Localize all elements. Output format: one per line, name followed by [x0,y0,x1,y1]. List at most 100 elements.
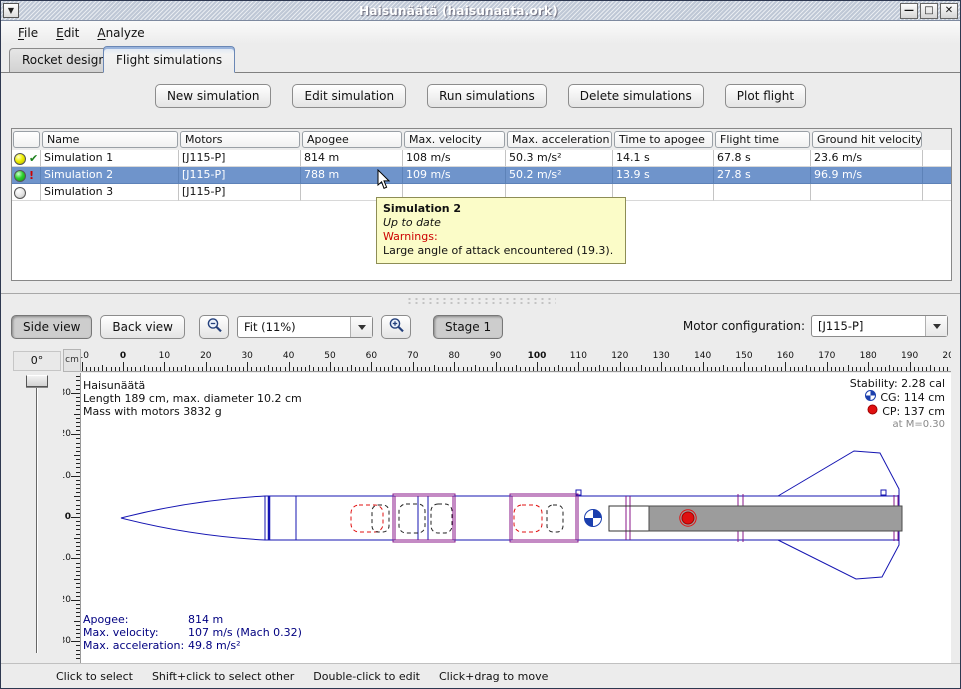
ruler-label: 30 [241,351,252,361]
splitter-grip-icon[interactable] [406,297,556,304]
table-row[interactable]: ✔Simulation 1[J115-P]814 m108 m/s50.3 m/… [12,150,951,167]
ruler-tick [164,362,165,371]
window-menu-icon[interactable]: ▼ [3,3,19,18]
zoom-level-select[interactable]: Fit (11%) [237,316,373,338]
ruler-tick [835,367,836,371]
ruler-tick [76,380,80,381]
table-cell[interactable]: 814 m [301,150,403,167]
table-cell[interactable]: 14.1 s [613,150,714,167]
slider-handle[interactable] [26,375,48,387]
column-header-apogee[interactable]: Apogee [302,131,402,148]
menu-item-file[interactable]: File [9,23,47,43]
rocket-canvas[interactable]: Haisunäätä Length 189 cm, max. diameter … [81,373,951,663]
title-bar[interactable]: ▼ Haisunäätä (haisunaata.ork) — □ ✕ [1,1,960,21]
rocket-info-block: Haisunäätä Length 189 cm, max. diameter … [83,379,302,418]
table-cell[interactable]: 50.2 m/s² [506,167,613,184]
close-button[interactable]: ✕ [940,3,958,19]
plot-flight-button[interactable]: Plot flight [725,84,806,108]
menu-item-edit[interactable]: Edit [47,23,88,43]
mouse-cursor-icon [377,169,391,194]
ruler-tick [520,367,521,371]
ruler-tick [429,367,430,371]
ruler-tick [545,367,546,371]
ruler-tick [756,367,757,371]
back-view-button[interactable]: Back view [100,315,185,339]
edit-simulation-button[interactable]: Edit simulation [292,84,406,108]
cg-marker [585,510,602,527]
ruler-tick [616,367,617,371]
ruler-tick [76,625,80,626]
table-cell[interactable]: 67.8 s [714,150,811,167]
ruler-label: 70 [407,351,418,361]
table-cell[interactable] [811,184,923,201]
view-toolbar: Side view Back view Fit (11%) Stage [11,314,950,340]
new-simulation-button[interactable]: New simulation [155,84,272,108]
column-header-motors[interactable]: Motors [180,131,300,148]
table-cell[interactable]: 23.6 m/s [811,150,923,167]
minimize-button[interactable]: — [900,3,918,19]
ruler-tick [76,447,80,448]
header-filler [924,131,951,149]
ruler-tick [76,612,80,613]
table-cell[interactable]: Simulation 2 [41,167,179,184]
table-cell[interactable]: 27.8 s [714,167,811,184]
column-header-name[interactable]: Name [42,131,178,148]
column-header-ground-hit-velocity[interactable]: Ground hit velocity [812,131,922,148]
zoom-out-button[interactable] [199,315,229,339]
tooltip-status: Up to date [383,216,619,230]
ruler-tick [334,367,335,371]
table-cell[interactable]: 108 m/s [403,150,506,167]
table-row[interactable]: !Simulation 2[J115-P]788 m109 m/s50.2 m/… [12,167,951,184]
table-cell[interactable]: Simulation 3 [41,184,179,201]
ruler-label: 0 [65,512,71,522]
stage-1-toggle[interactable]: Stage 1 [433,315,503,339]
side-view-button[interactable]: Side view [11,315,92,339]
tab-flight-simulations[interactable]: Flight simulations [103,46,235,73]
status-cell: ✔ [12,150,41,167]
ruler-tick [458,367,459,371]
cp-value: CP: 137 cm [882,405,945,418]
ruler-tick [856,367,857,371]
row-filler [923,184,951,201]
ruler-tick [76,513,80,514]
table-cell[interactable]: 50.3 m/s² [506,150,613,167]
column-header-max-velocity[interactable]: Max. velocity [404,131,505,148]
apogee-value: 814 m [188,613,223,626]
zoom-in-button[interactable] [381,315,411,339]
ruler-tick [98,367,99,371]
combo-arrow[interactable] [350,317,372,337]
table-cell[interactable] [613,184,714,201]
table-cell[interactable]: 109 m/s [403,167,506,184]
motor-configuration-select[interactable]: [J115-P] [811,315,948,337]
ruler-tick [740,367,741,371]
ruler-tick [587,367,588,371]
ruler-tick [264,367,265,371]
table-cell[interactable]: Simulation 1 [41,150,179,167]
split-pane-divider[interactable] [1,293,960,304]
ruler-label: 0 [120,351,126,361]
run-simulations-button[interactable]: Run simulations [427,84,547,108]
table-cell[interactable]: [J115-P] [179,184,301,201]
ruler-tick [707,367,708,371]
column-header-max-acceleration[interactable]: Max. acceleration [507,131,612,148]
table-cell[interactable]: 96.9 m/s [811,167,923,184]
maximize-button[interactable]: □ [920,3,938,19]
ruler-tick [169,367,170,371]
ruler-tick [76,401,80,402]
table-cell[interactable]: [J115-P] [179,167,301,184]
combo-arrow[interactable] [925,316,947,336]
table-cell[interactable]: [J115-P] [179,150,301,167]
delete-simulations-button[interactable]: Delete simulations [568,84,704,108]
ruler-tick [761,367,762,371]
menu-item-analyze[interactable]: Analyze [88,23,153,43]
rotation-slider[interactable] [11,372,61,663]
table-cell[interactable]: 13.9 s [613,167,714,184]
column-header-time-to-apogee[interactable]: Time to apogee [614,131,713,148]
ruler-tick [76,521,80,522]
column-header-status[interactable] [13,131,40,148]
ruler-tick [665,367,666,371]
ruler-tick [76,426,80,427]
ruler-tick [777,367,778,371]
table-cell[interactable] [714,184,811,201]
column-header-flight-time[interactable]: Flight time [715,131,810,148]
